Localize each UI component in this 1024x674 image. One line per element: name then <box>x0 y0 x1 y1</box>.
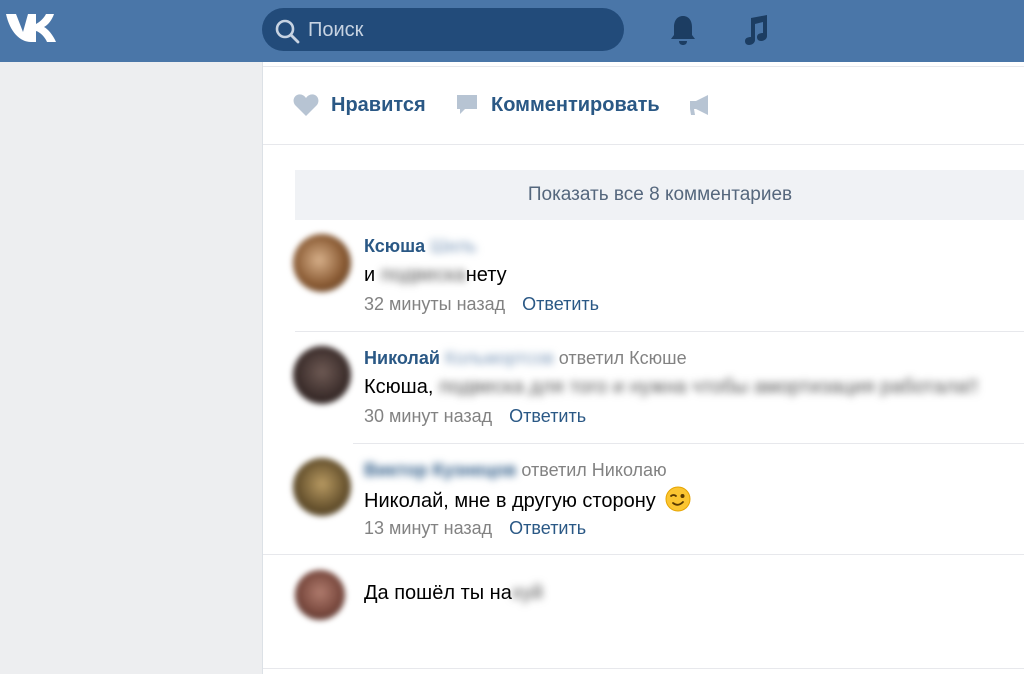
comment-item: Николай Кольмортсов ответил Ксюше Ксюша,… <box>263 340 1024 444</box>
search-box[interactable] <box>262 8 624 51</box>
comment-text-blurred: подвеска <box>380 264 466 286</box>
replied-to-label[interactable]: ответил Николаю <box>521 460 666 480</box>
post-card: Нравится Комментировать Показать все 8 к… <box>262 62 1024 674</box>
avatar[interactable] <box>293 458 351 516</box>
top-header <box>0 0 1024 62</box>
comment-author-blurred[interactable]: Виктор Кузнецов <box>364 460 516 481</box>
comment-header: Николай Кольмортсов ответил Ксюше <box>364 348 687 369</box>
replied-to-label[interactable]: ответил Ксюше <box>559 348 687 368</box>
comment-author-surname: Шиль <box>430 236 477 256</box>
comment-time[interactable]: 30 минут назад <box>364 406 492 426</box>
comment-item: Виктор Кузнецов ответил Николаю Николай,… <box>263 452 1024 556</box>
search-icon <box>275 19 300 44</box>
winking-face-emoji <box>665 486 691 512</box>
comment-header: Ксюша Шиль <box>364 236 477 257</box>
comment-button[interactable]: Комментировать <box>455 90 660 120</box>
comment-text-blurred: подвеска для того и нужна чтобы амортиза… <box>438 376 979 398</box>
divider <box>295 331 1024 332</box>
comment-label: Комментировать <box>491 93 660 116</box>
show-all-label: Показать все 8 комментариев <box>527 184 793 205</box>
comment-meta: 13 минут назад Ответить <box>364 518 586 539</box>
avatar[interactable] <box>293 346 351 404</box>
like-label: Нравится <box>331 93 426 116</box>
comment-composer: Да пошёл ты нахуй <box>263 562 1024 662</box>
comment-author[interactable]: Николай <box>364 348 440 368</box>
divider <box>263 668 1024 669</box>
comment-text: и подвесканету <box>364 264 507 287</box>
reply-button[interactable]: Ответить <box>522 294 599 314</box>
comment-icon <box>457 95 477 114</box>
comment-time[interactable]: 32 минуты назад <box>364 294 505 314</box>
comment-text-start: Ксюша, <box>364 376 434 398</box>
post-actions: Нравится Комментировать <box>263 62 1024 144</box>
comment-author[interactable]: Ксюша <box>364 236 425 256</box>
comment-header: Виктор Кузнецов ответил Николаю <box>364 460 667 481</box>
share-button[interactable] <box>687 90 725 120</box>
reply-button[interactable]: Ответить <box>509 518 586 538</box>
heart-icon <box>293 94 319 116</box>
divider <box>263 144 1024 145</box>
comment-text-start: Николай, мне в другую сторону <box>364 490 656 512</box>
comment-meta: 30 минут назад Ответить <box>364 406 586 427</box>
avatar[interactable] <box>293 234 351 292</box>
like-button[interactable]: Нравится <box>293 90 426 120</box>
music-icon[interactable] <box>740 14 770 46</box>
draft-text-blurred[interactable]: хуй <box>512 582 543 605</box>
draft-text[interactable]: Да пошёл ты на <box>364 582 512 604</box>
comment-text-end: нету <box>465 264 507 286</box>
my-avatar <box>295 570 345 620</box>
comment-time[interactable]: 13 минут назад <box>364 518 492 538</box>
search-input[interactable] <box>306 14 610 46</box>
reply-button[interactable]: Ответить <box>509 406 586 426</box>
comment-item: Ксюша Шиль и подвесканету 32 минуты наза… <box>263 228 1024 332</box>
comment-draft[interactable]: Да пошёл ты нахуй <box>364 582 543 605</box>
vk-logo[interactable] <box>4 10 56 46</box>
comment-text: Николай, мне в другую сторону <box>364 486 691 513</box>
comment-text-start: и <box>364 264 376 286</box>
divider <box>263 554 1024 555</box>
comment-meta: 32 минуты назад Ответить <box>364 294 599 315</box>
show-all-comments-button[interactable]: Показать все 8 комментариев <box>295 170 1024 220</box>
comment-author-surname: Кольмортсов <box>444 348 554 368</box>
divider <box>353 443 1024 444</box>
bell-icon[interactable] <box>668 14 698 46</box>
megaphone-icon <box>690 95 708 115</box>
comment-text: Ксюша, подвеска для того и нужна чтобы а… <box>364 376 978 399</box>
